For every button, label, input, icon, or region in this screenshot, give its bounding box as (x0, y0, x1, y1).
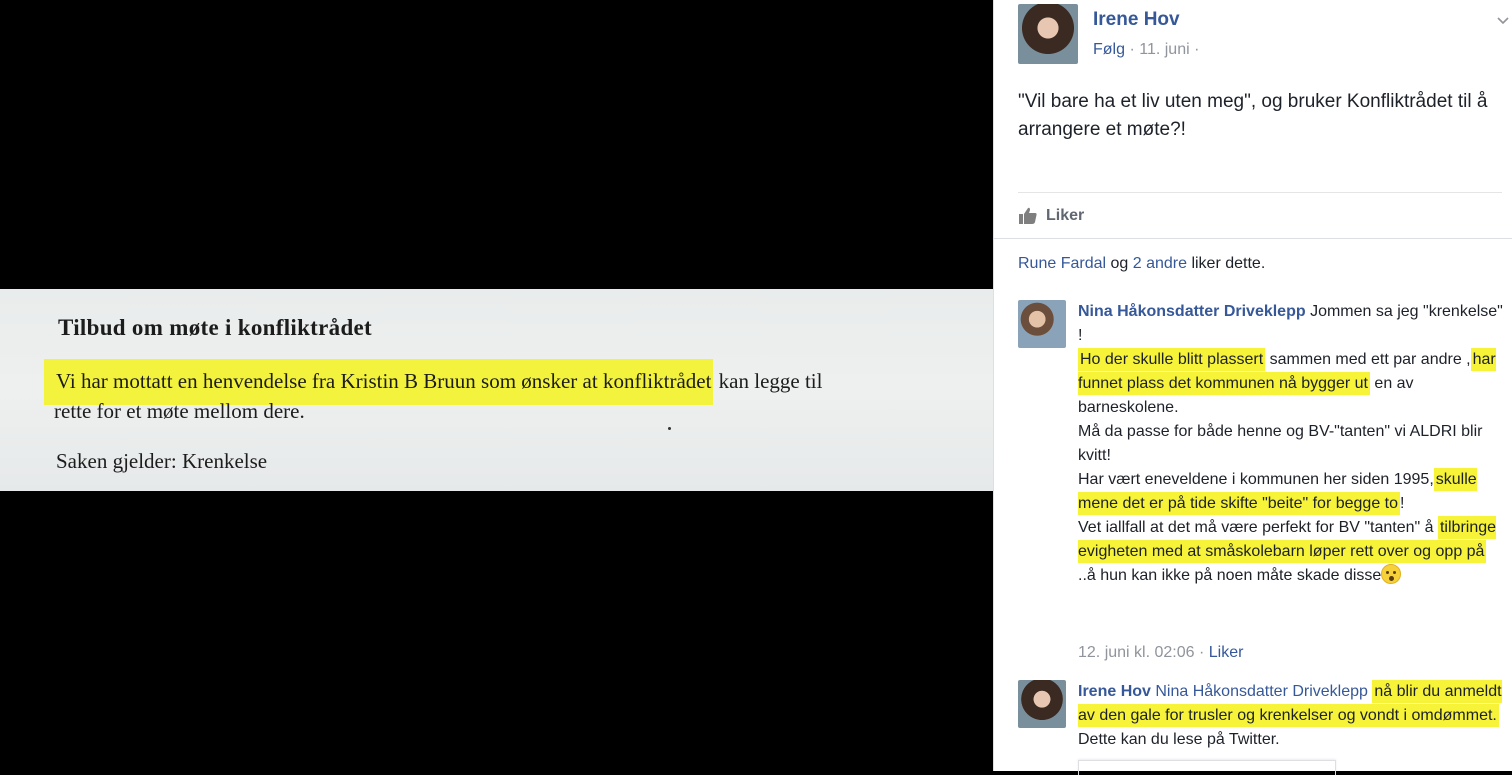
comment-text: ! (1400, 495, 1405, 512)
comment-text: Vet iallfall at det må være perfekt for … (1078, 519, 1438, 536)
like-label: Liker (1046, 207, 1085, 224)
comment-text: Dette kan du lese på Twitter. (1078, 731, 1280, 748)
divider (994, 238, 1512, 239)
smiley-emoji-icon (1381, 564, 1402, 584)
comment-text: Må da passe for både henne og BV-"tanten… (1078, 423, 1483, 464)
meta-separator: · (1194, 644, 1209, 661)
thumbs-up-icon (1019, 207, 1037, 224)
liker-name-link[interactable]: Rune Fardal (1018, 255, 1106, 272)
likes-suffix: liker dette. (1187, 255, 1266, 272)
others-link[interactable]: 2 andre (1133, 255, 1187, 272)
comment-body: Nina Håkonsdatter Driveklepp Jommen sa j… (1078, 300, 1508, 588)
comment-text: sammen med ett par andre , (1265, 351, 1471, 368)
photo-viewer[interactable]: Tilbud om møte i konfliktrådet Vi har mo… (0, 0, 993, 771)
comment-author[interactable]: Irene Hov (1078, 683, 1151, 700)
likes-summary: Rune Fardal og 2 andre liker dette. (1018, 255, 1265, 273)
meta-separator: · (1194, 41, 1200, 58)
comment-text: ..å hun kan ikke på noen måte skade diss… (1078, 567, 1382, 584)
paper-speck (668, 427, 671, 430)
post-panel: Irene Hov Følg · 11. juni · "Vil bare ha… (993, 0, 1512, 775)
comment-timestamp[interactable]: 12. juni kl. 02:06 (1078, 644, 1195, 661)
like-button[interactable]: Liker (1018, 204, 1084, 228)
post-meta: Følg · 11. juni · (1093, 41, 1199, 59)
comment-author[interactable]: Nina Håkonsdatter Driveklepp (1078, 303, 1306, 320)
follow-link[interactable]: Følg (1093, 41, 1125, 58)
post-text: "Vil bare ha et liv uten meg", og bruker… (1018, 91, 1488, 140)
document-line-1-rest: kan legge til (713, 369, 823, 393)
likes-conj: og (1106, 255, 1133, 272)
comment-text: Har vært eneveldene i kommunen her siden… (1078, 471, 1434, 488)
author-name[interactable]: Irene Hov (1093, 9, 1180, 31)
comment-meta: 12. juni kl. 02:06 · Liker (1078, 644, 1243, 662)
author-avatar[interactable] (1018, 4, 1078, 64)
comment-body: Irene Hov Nina Håkonsdatter Driveklepp n… (1078, 680, 1508, 752)
document-subject: Saken gjelder: Krenkelse (56, 449, 268, 473)
document-title: Tilbud om møte i konfliktrådet (58, 315, 372, 340)
meta-separator: · (1129, 41, 1140, 58)
document-line-2: rette for et møte mellom dere. (54, 399, 305, 423)
comment-mention[interactable]: Nina Håkonsdatter Driveklepp (1155, 683, 1368, 700)
highlighted-text: Ho der skulle blitt plassert (1078, 348, 1266, 371)
document-line-1: Vi har mottatt en henvendelse fra Kristi… (44, 359, 823, 405)
commenter-avatar[interactable] (1018, 680, 1066, 728)
reply-input-box[interactable] (1078, 760, 1336, 775)
comment-like-link[interactable]: Liker (1209, 644, 1244, 661)
post-date[interactable]: 11. juni (1139, 41, 1189, 58)
chevron-down-icon[interactable] (1496, 14, 1510, 28)
divider (1018, 192, 1502, 193)
commenter-avatar[interactable] (1018, 300, 1066, 348)
document-photo: Tilbud om møte i konfliktrådet Vi har mo… (0, 289, 993, 491)
